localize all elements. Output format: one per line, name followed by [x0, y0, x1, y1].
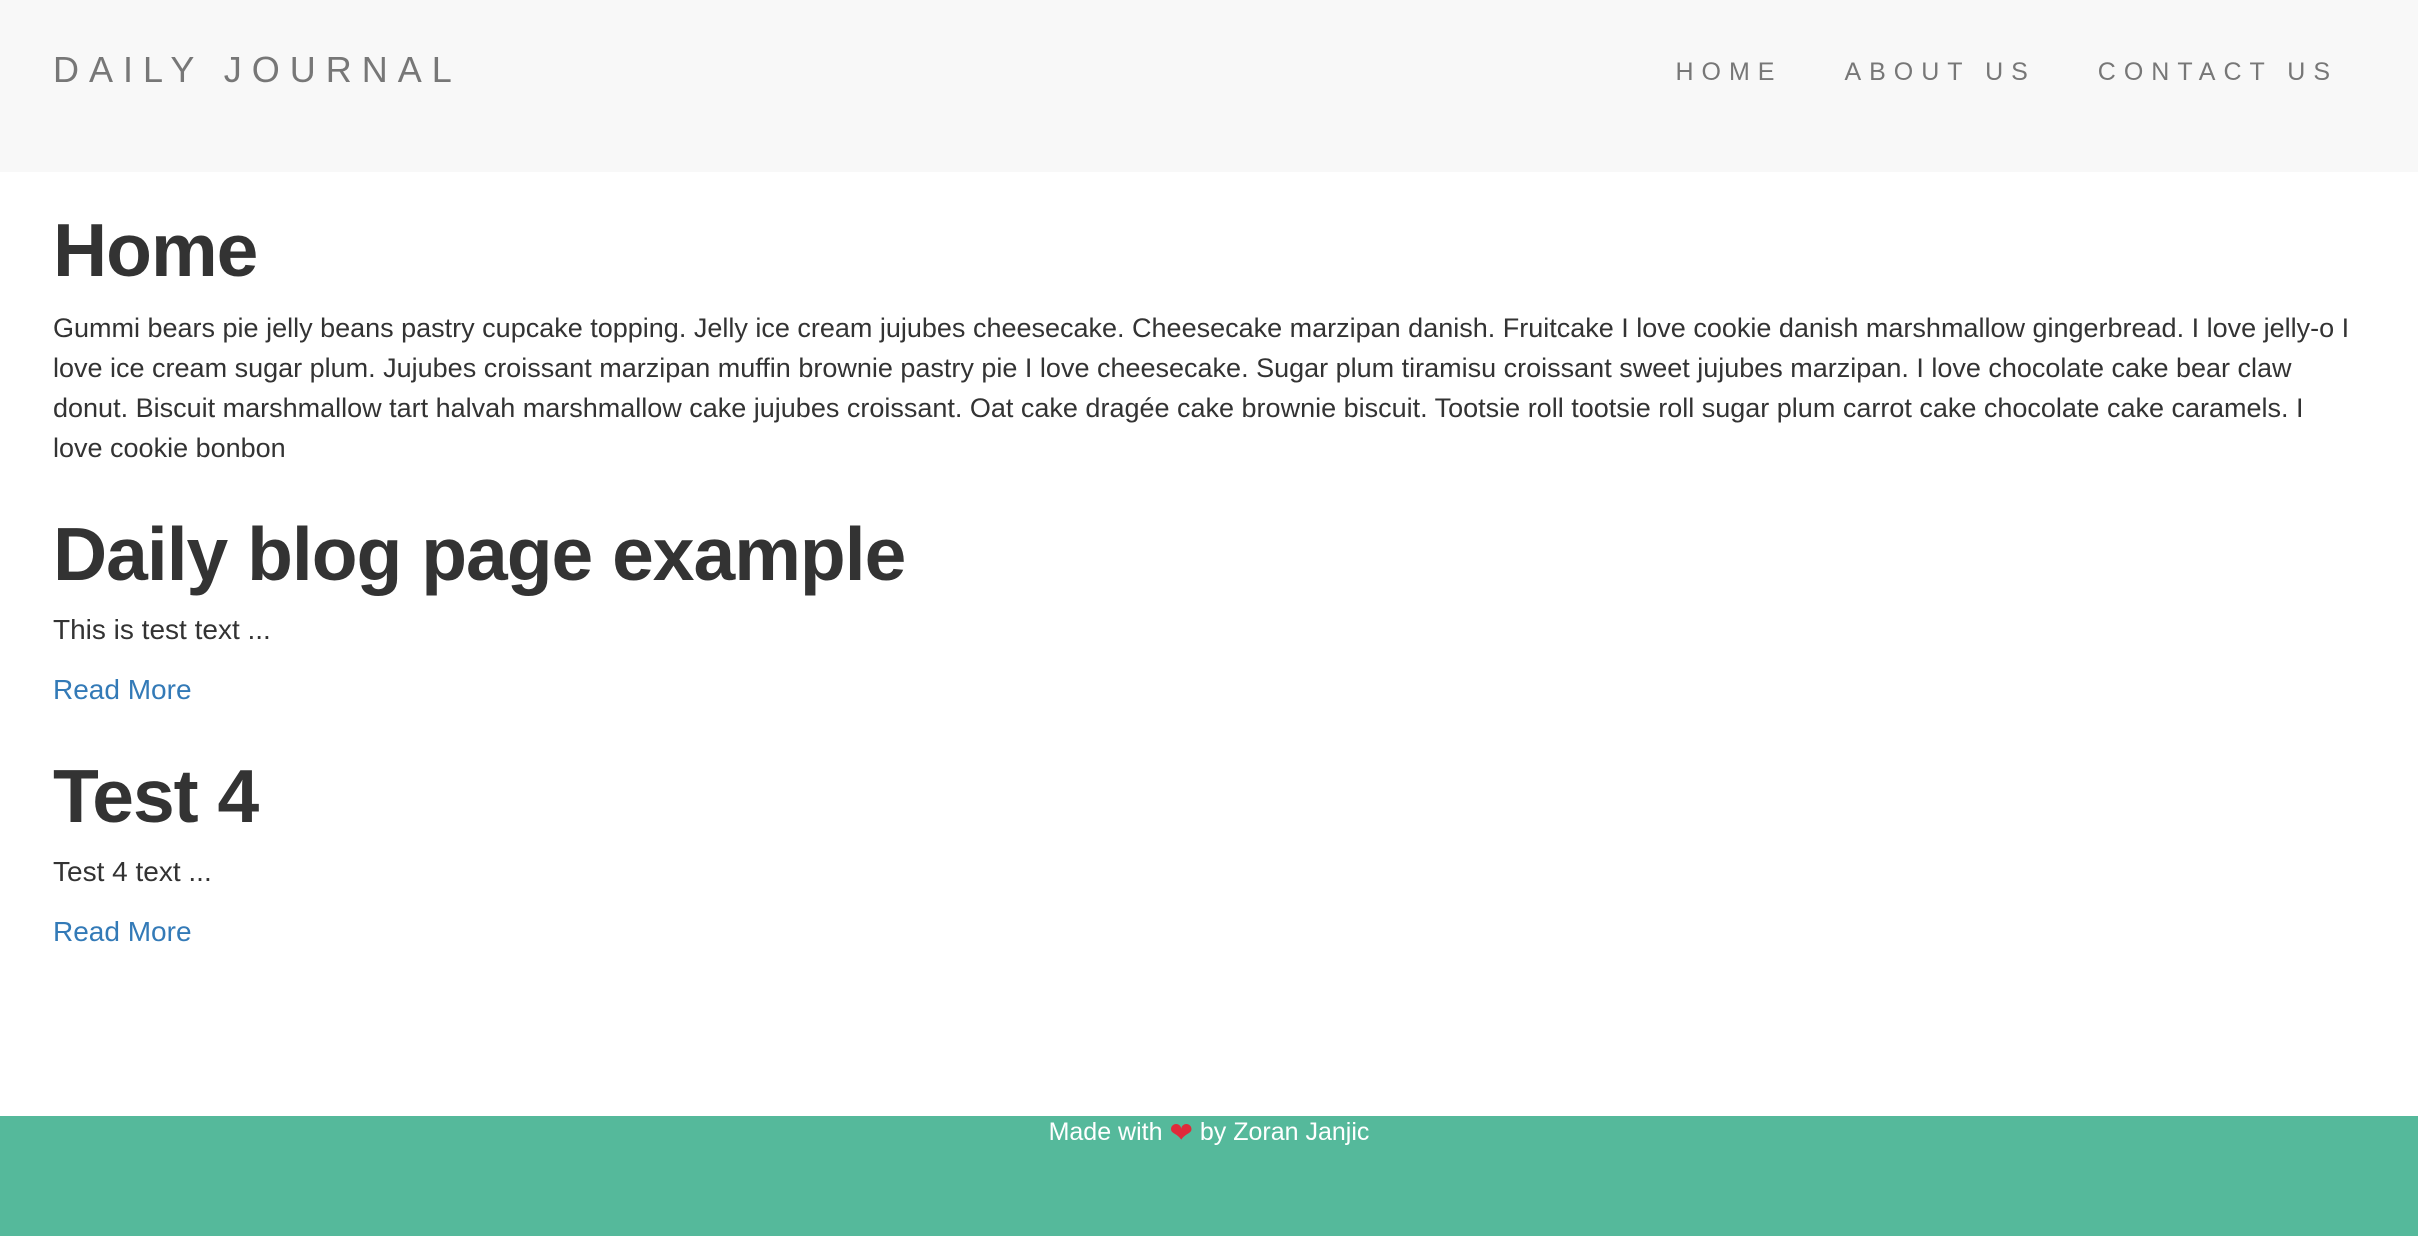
post: Daily blog page example This is test tex…	[53, 504, 2353, 710]
footer-credit: Made with ❤ by Zoran Janjic	[0, 1116, 2418, 1149]
footer-suffix: by Zoran Janjic	[1199, 1118, 1370, 1146]
heart-icon: ❤	[1169, 1116, 1193, 1149]
home-intro-text: Gummi bears pie jelly beans pastry cupca…	[53, 313, 2350, 463]
nav-item-home: HOME	[1675, 56, 1782, 88]
nav-item-about: ABOUT US	[1844, 56, 2035, 88]
post-title: Daily blog page example	[53, 512, 906, 596]
read-more-link[interactable]: Read More	[53, 670, 192, 710]
nav-link-home[interactable]: HOME	[1675, 58, 1782, 86]
footer-prefix: Made with	[1048, 1118, 1163, 1146]
footer: Made with ❤ by Zoran Janjic	[0, 1116, 2418, 1236]
nav-menu: HOME ABOUT US CONTACT US	[1613, 56, 2338, 88]
post-excerpt: Test 4 text ...	[53, 856, 212, 887]
post-excerpt: This is test text ...	[53, 614, 271, 645]
nav-item-contact: CONTACT US	[2098, 56, 2338, 88]
navbar: DAILY JOURNAL HOME ABOUT US CONTACT US	[0, 0, 2418, 172]
post-title: Test 4	[53, 754, 259, 838]
main-content: Home Gummi bears pie jelly beans pastry …	[53, 200, 2353, 952]
nav-link-contact-us[interactable]: CONTACT US	[2098, 58, 2338, 86]
page-title: Home	[53, 208, 258, 292]
read-more-link[interactable]: Read More	[53, 912, 192, 952]
nav-link-about-us[interactable]: ABOUT US	[1844, 58, 2035, 86]
brand-link[interactable]: DAILY JOURNAL	[53, 48, 462, 92]
post: Test 4 Test 4 text ... Read More	[53, 746, 2353, 952]
